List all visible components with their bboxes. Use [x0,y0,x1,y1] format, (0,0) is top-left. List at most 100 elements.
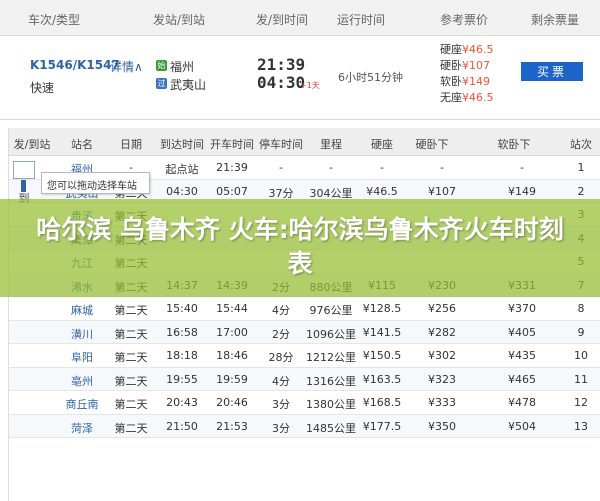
soft-sleeper-price: ¥370 [508,302,536,315]
station-name-link[interactable]: 麻城 [71,302,93,318]
date-cell: 第二天 [114,374,148,388]
date-cell: 第二天 [114,398,148,411]
summary-header: 车次/类型 发站/到站 发/到时间 运行时间 参考票价 剩余票量 [0,0,600,36]
table-row[interactable]: 菏泽 第二天 21:50 21:53 3分 1485公里 ¥177.5 ¥350 ¥504 13 [9,414,600,438]
station-name-link[interactable]: 菏泽 [71,420,93,436]
distance-cell: 1212公里 [306,351,356,364]
distance-cell: 1380公里 [306,398,356,411]
hard-sleeper-price: ¥350 [428,419,456,433]
price-line: 硬座¥46.5 [440,41,494,57]
station-range-handle[interactable] [13,161,35,179]
hard-seat-price: ¥141.5 [362,325,402,339]
table-row[interactable]: 商丘南 第二天 20:43 20:46 3分 1380公里 ¥168.5 ¥333 ¥478 12 [9,391,600,415]
stop-time-cell: 4分 [272,374,290,388]
col-arrive-time: 到达时间 [160,138,204,151]
station-seq: 13 [574,419,588,433]
station-name-link[interactable]: 潢川 [71,326,93,342]
stop-time-cell: 4分 [272,304,290,317]
table-row[interactable]: 麻城 第二天 15:40 15:44 4分 976公里 ¥128.5 ¥256 ¥370 8 [9,297,600,321]
soft-sleeper-price: ¥149 [508,184,536,198]
range-drag-bar[interactable] [21,180,26,192]
col-station: 站名 [71,138,93,151]
soft-sleeper-price: ¥478 [508,396,536,409]
depart-station-link[interactable]: 福州 [170,58,194,75]
stop-time-cell: 2分 [272,327,290,341]
col-distance: 里程 [320,138,342,151]
hard-sleeper-price: ¥323 [428,372,456,386]
table-row[interactable]: 阜阳 第二天 18:18 18:46 28分 1212公里 ¥150.5 ¥302 ¥435 10 [9,344,600,368]
start-station-badge: 始 [156,60,167,71]
hard-seat-price: ¥46.5 [366,184,398,198]
hard-seat-price: ¥163.5 [362,372,402,386]
distance-cell: 1316公里 [306,374,356,388]
date-cell: 第二天 [114,351,148,364]
stop-time-cell: 3分 [272,398,290,411]
stop-time-cell: - [279,161,283,174]
seat-type: 无座 [440,91,462,104]
seat-price: ¥107 [462,59,490,72]
depart-time-cell: 21:39 [216,161,248,174]
arrive-time-cell: 20:43 [166,396,198,409]
station-name-link[interactable]: 亳州 [71,373,93,389]
hard-sleeper-price: ¥282 [428,325,456,339]
soft-sleeper-price: ¥405 [508,325,536,339]
seat-type: 硬卧 [440,59,462,72]
banner-title: 哈尔滨 乌鲁木齐 火车:哈尔滨乌鲁木齐火车时刻表 [36,215,564,278]
hard-seat-price: ¥177.5 [362,419,402,433]
table-row[interactable]: 亳州 第二天 19:55 19:59 4分 1316公里 ¥163.5 ¥323 ¥465 11 [9,367,600,391]
seat-price: ¥46.5 [462,91,494,104]
arrive-time-cell: 16:58 [166,325,198,339]
distance-cell: - [329,161,333,174]
train-summary-row: K1546/K1547 详情∧ 快速 始 过 福州 武夷山 21:39 04:3… [0,36,600,120]
date-cell: 第二天 [114,421,148,435]
arrive-time-cell: 19:55 [166,372,198,386]
station-seq: 11 [574,372,588,386]
hard-sleeper-price: ¥256 [428,302,456,315]
station-name-link[interactable]: 商丘南 [66,396,99,412]
station-seq: 8 [577,302,585,315]
arrive-time-cell: 21:50 [166,419,198,433]
detail-toggle-link[interactable]: 详情∧ [110,58,143,75]
soft-sleeper-price: - [520,161,524,174]
col-hard-sleeper: 硬卧下 [415,138,449,151]
hard-seat-price: - [380,161,384,174]
hard-seat-price: ¥168.5 [362,396,402,409]
seat-type: 软卧 [440,75,462,88]
depart-time-cell: 15:44 [216,302,248,315]
seat-price: ¥46.5 [462,43,494,56]
arrive-time-cell: 起点站 [165,163,199,176]
col-stop-time: 停车时间 [259,138,303,151]
col-seq: 站次 [570,138,592,151]
buy-ticket-button[interactable]: 买票 [521,62,583,81]
stop-time-cell: 3分 [272,421,290,435]
header-remaining: 剩余票量 [531,13,580,27]
distance-cell: 1485公里 [306,421,356,435]
soft-sleeper-price: ¥465 [508,372,536,386]
header-price: 参考票价 [440,13,489,27]
station-seq: 10 [574,349,588,362]
table-row[interactable]: 潢川 第二天 16:58 17:00 2分 1096公里 ¥141.5 ¥282 ¥405 9 [9,320,600,344]
header-stations: 发站/到站 [153,13,206,27]
arrive-time-cell: 18:18 [166,349,198,362]
arrive-station-link[interactable]: 武夷山 [170,76,206,93]
hard-sleeper-price: ¥107 [428,184,456,198]
col-soft-sleeper: 软卧下 [497,138,531,151]
price-line: 软卧¥149 [440,73,490,89]
distance-cell: 976公里 [309,304,353,317]
header-duration: 运行时间 [337,13,386,27]
train-number-link[interactable]: K1546/K1547 [30,58,120,72]
soft-sleeper-price: ¥504 [508,419,536,433]
hard-seat-price: ¥150.5 [362,349,402,362]
stop-time-cell: 28分 [268,351,294,364]
arrive-time-cell: 15:40 [166,302,198,315]
depart-time-cell: 19:59 [216,372,248,386]
hard-sleeper-price: - [440,161,444,174]
price-line: 硬卧¥107 [440,57,490,73]
depart-time-cell: 05:07 [216,184,248,198]
next-day-marker: +1天 [300,81,320,90]
date-cell: 第二天 [114,327,148,341]
seat-type: 硬座 [440,43,462,56]
depart-time-cell: 18:46 [216,349,248,362]
depart-time-cell: 21:53 [216,419,248,433]
station-name-link[interactable]: 阜阳 [71,349,93,365]
